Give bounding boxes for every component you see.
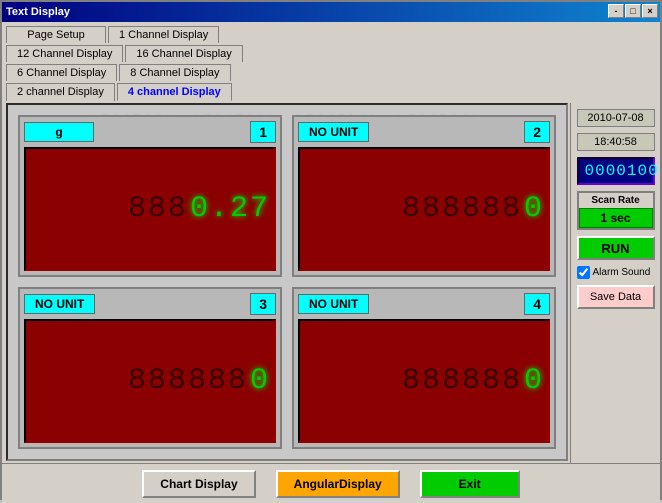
chart-display-button[interactable]: Chart Display	[142, 470, 255, 498]
channel-4-header: NO UNIT 4	[298, 293, 550, 315]
channel-2-dim: 888888	[402, 192, 522, 226]
tabs-row-4: 2 channel Display 4 channel Display	[6, 83, 656, 101]
tabs-area: Page Setup 1 Channel Display 12 Channel …	[2, 22, 660, 101]
bottom-bar: Chart Display AngularDisplay Exit	[2, 463, 660, 503]
channel-2-display: 888888 0	[298, 147, 550, 271]
tab-2-channel[interactable]: 2 channel Display	[6, 83, 115, 101]
close-button[interactable]: ×	[642, 4, 658, 18]
channel-4-dim: 888888	[402, 364, 522, 398]
tabs-row-3: 6 Channel Display 8 Channel Display	[6, 64, 656, 81]
channel-3-value: 0	[250, 364, 270, 398]
channel-4-display: 888888 0	[298, 319, 550, 443]
tabs-row-1: Page Setup 1 Channel Display	[6, 26, 656, 43]
date-display: 2010-07-08	[577, 109, 655, 127]
scan-rate-label: Scan Rate	[579, 193, 653, 208]
tab-4-channel[interactable]: 4 channel Display	[117, 83, 232, 101]
main-window: Text Display - □ × Page Setup 1 Channel …	[0, 0, 662, 500]
channel-4-box: NO UNIT 4 888888 0	[292, 287, 556, 449]
channel-3-unit: NO UNIT	[24, 294, 95, 314]
right-panel: 2010-07-08 18:40:58 0000100 Scan Rate 1 …	[570, 103, 660, 463]
time-display: 18:40:58	[577, 133, 655, 151]
channel-3-header: NO UNIT 3	[24, 293, 276, 315]
channel-2-header: NO UNIT 2	[298, 121, 550, 143]
run-button[interactable]: RUN	[577, 236, 655, 260]
channel-2-box: NO UNIT 2 888888 0	[292, 115, 556, 277]
main-area: LEGATOOL LEGATOOL LEGATOOL LEGATOOL LEGA…	[2, 103, 660, 463]
window-title: Text Display	[6, 6, 70, 18]
channel-3-display: 888888 0	[24, 319, 276, 443]
channel-2-unit: NO UNIT	[298, 122, 369, 142]
channel-1-header: g 1	[24, 121, 276, 143]
tab-1-channel[interactable]: 1 Channel Display	[108, 26, 219, 43]
channel-1-value: 0.27	[190, 192, 270, 226]
tabs-row-2: 12 Channel Display 16 Channel Display	[6, 45, 656, 62]
channel-2-num: 2	[524, 121, 550, 143]
tab-16-channel[interactable]: 16 Channel Display	[125, 45, 242, 62]
content-panel: LEGATOOL LEGATOOL LEGATOOL LEGATOOL LEGA…	[6, 103, 568, 461]
tab-page-setup[interactable]: Page Setup	[6, 26, 106, 43]
channel-1-dim: 888	[128, 192, 188, 226]
title-bar-buttons: - □ ×	[608, 4, 658, 18]
alarm-sound-label: Alarm Sound	[593, 267, 651, 278]
channels-grid: g 1 888 0.27 NO UNIT 2 888888	[18, 115, 556, 449]
channel-4-unit: NO UNIT	[298, 294, 369, 314]
exit-button[interactable]: Exit	[420, 470, 520, 498]
tab-8-channel[interactable]: 8 Channel Display	[119, 64, 230, 81]
maximize-button[interactable]: □	[625, 4, 641, 18]
alarm-sound-container: Alarm Sound	[577, 266, 655, 279]
counter-display: 0000100	[577, 157, 655, 185]
minimize-button[interactable]: -	[608, 4, 624, 18]
channel-1-box: g 1 888 0.27	[18, 115, 282, 277]
tab-12-channel[interactable]: 12 Channel Display	[6, 45, 123, 62]
channel-4-value: 0	[524, 364, 544, 398]
scan-rate-value: 1 sec	[579, 208, 653, 228]
save-data-button[interactable]: Save Data	[577, 285, 655, 309]
angular-display-button[interactable]: AngularDisplay	[276, 470, 400, 498]
channel-2-value: 0	[524, 192, 544, 226]
channel-1-display: 888 0.27	[24, 147, 276, 271]
tab-6-channel[interactable]: 6 Channel Display	[6, 64, 117, 81]
channel-3-dim: 888888	[128, 364, 248, 398]
channel-1-num: 1	[250, 121, 276, 143]
channel-3-num: 3	[250, 293, 276, 315]
alarm-sound-checkbox[interactable]	[577, 266, 590, 279]
channel-3-box: NO UNIT 3 888888 0	[18, 287, 282, 449]
channel-4-num: 4	[524, 293, 550, 315]
channel-1-unit: g	[24, 122, 94, 142]
scan-rate-box: Scan Rate 1 sec	[577, 191, 655, 230]
title-bar: Text Display - □ ×	[2, 2, 660, 22]
